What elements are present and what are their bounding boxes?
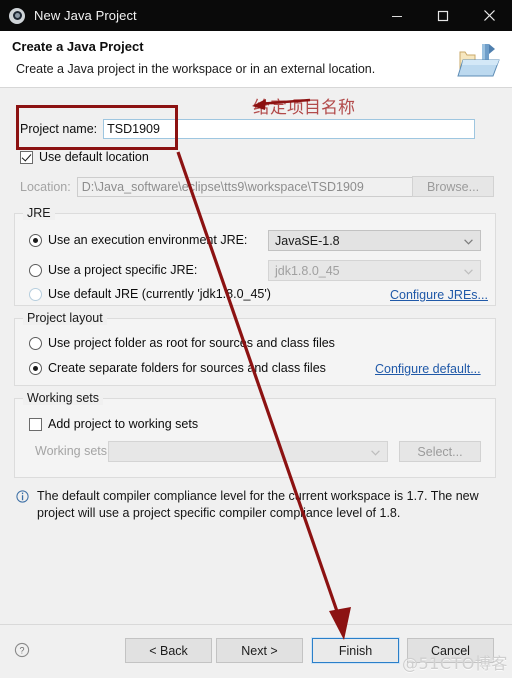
project-specific-jre-value: jdk1.8.0_45 — [275, 263, 340, 278]
location-label: Location: — [20, 180, 71, 194]
close-icon[interactable] — [466, 0, 512, 31]
execution-environment-value: JavaSE-1.8 — [275, 233, 340, 248]
minimize-icon[interactable] — [374, 0, 420, 31]
working-sets-group-title: Working sets — [23, 391, 104, 405]
dialog-button-bar: ? < Back Next > Finish Cancel — [0, 624, 512, 678]
help-icon[interactable]: ? — [14, 642, 30, 658]
configure-jres-link[interactable]: Configure JREs... — [390, 288, 488, 302]
use-default-location-label: Use default location — [39, 150, 149, 164]
radio-separate-folders-label: Create separate folders for sources and … — [48, 361, 326, 375]
jre-group-title: JRE — [23, 206, 55, 220]
radio-project-folder-root[interactable]: Use project folder as root for sources a… — [29, 336, 335, 350]
project-name-row: Project name: TSD1909 — [20, 118, 494, 140]
project-layout-group-title: Project layout — [23, 311, 107, 325]
eclipse-java-project-icon — [9, 7, 25, 24]
working-sets-label: Working sets: — [35, 444, 111, 458]
project-name-input[interactable]: TSD1909 — [103, 119, 476, 139]
add-to-working-sets-checkbox[interactable] — [29, 417, 42, 431]
info-message: The default compiler compliance level fo… — [16, 488, 494, 522]
wizard-page-body: Project name: TSD1909 Use default locati… — [0, 88, 512, 624]
radio-project-specific-jre-label: Use a project specific JRE: — [48, 263, 198, 277]
finish-button[interactable]: Finish — [312, 638, 399, 663]
radio-project-folder-root-label: Use project folder as root for sources a… — [48, 336, 335, 350]
next-button[interactable]: Next > — [216, 638, 303, 663]
maximize-icon[interactable] — [420, 0, 466, 31]
project-layout-group: Project layout Use project folder as roo… — [14, 311, 496, 386]
radio-default-jre[interactable]: Use default JRE (currently 'jdk1.8.0_45'… — [29, 287, 271, 301]
jre-group: JRE Use an execution environment JRE: Ja… — [14, 206, 496, 306]
wizard-header: Create a Java Project Create a Java proj… — [0, 31, 512, 88]
use-default-location-checkbox[interactable] — [20, 150, 33, 164]
new-java-project-dialog: New Java Project Create a Java Project C… — [0, 0, 512, 678]
project-specific-jre-combo: jdk1.8.0_45 — [268, 260, 481, 281]
location-row: Location: D:\Java_software\eclipse\tts9\… — [20, 176, 494, 198]
new-java-project-wizard-icon — [455, 36, 502, 83]
working-sets-row: Working sets: — [29, 444, 111, 458]
svg-text:?: ? — [19, 645, 24, 655]
radio-default-jre-button[interactable] — [29, 287, 42, 301]
radio-execution-environment-jre-label: Use an execution environment JRE: — [48, 233, 248, 247]
radio-default-jre-label: Use default JRE (currently 'jdk1.8.0_45'… — [48, 287, 271, 301]
page-title: Create a Java Project — [12, 39, 144, 54]
configure-default-link[interactable]: Configure default... — [375, 362, 481, 376]
working-sets-group: Working sets Add project to working sets… — [14, 391, 496, 478]
chevron-down-icon — [371, 445, 380, 459]
radio-project-specific-jre[interactable]: Use a project specific JRE: — [29, 263, 197, 277]
radio-execution-environment-jre[interactable]: Use an execution environment JRE: — [29, 233, 247, 247]
location-input: D:\Java_software\eclipse\tts9\workspace\… — [76, 177, 415, 197]
window-titlebar: New Java Project — [0, 0, 512, 31]
radio-project-specific-jre-button[interactable] — [29, 263, 42, 277]
page-description: Create a Java project in the workspace o… — [16, 62, 376, 76]
chevron-down-icon — [464, 234, 473, 248]
browse-button: Browse... — [412, 176, 494, 197]
add-to-working-sets-row[interactable]: Add project to working sets — [29, 417, 198, 431]
working-sets-combo — [108, 441, 388, 462]
project-name-label: Project name: — [20, 122, 98, 136]
info-message-text: The default compiler compliance level fo… — [37, 489, 479, 520]
select-working-sets-button: Select... — [399, 441, 481, 462]
radio-execution-environment-jre-button[interactable] — [29, 233, 42, 247]
radio-separate-folders[interactable]: Create separate folders for sources and … — [29, 361, 326, 375]
cancel-button[interactable]: Cancel — [407, 638, 494, 663]
execution-environment-combo[interactable]: JavaSE-1.8 — [268, 230, 481, 251]
use-default-location-row[interactable]: Use default location — [20, 150, 149, 164]
radio-project-folder-root-button[interactable] — [29, 336, 42, 350]
info-icon — [16, 490, 29, 503]
add-to-working-sets-label: Add project to working sets — [48, 417, 199, 431]
window-title: New Java Project — [34, 8, 137, 23]
window-controls — [374, 0, 512, 31]
back-button[interactable]: < Back — [125, 638, 212, 663]
radio-separate-folders-button[interactable] — [29, 361, 42, 375]
chevron-down-icon — [464, 264, 473, 278]
